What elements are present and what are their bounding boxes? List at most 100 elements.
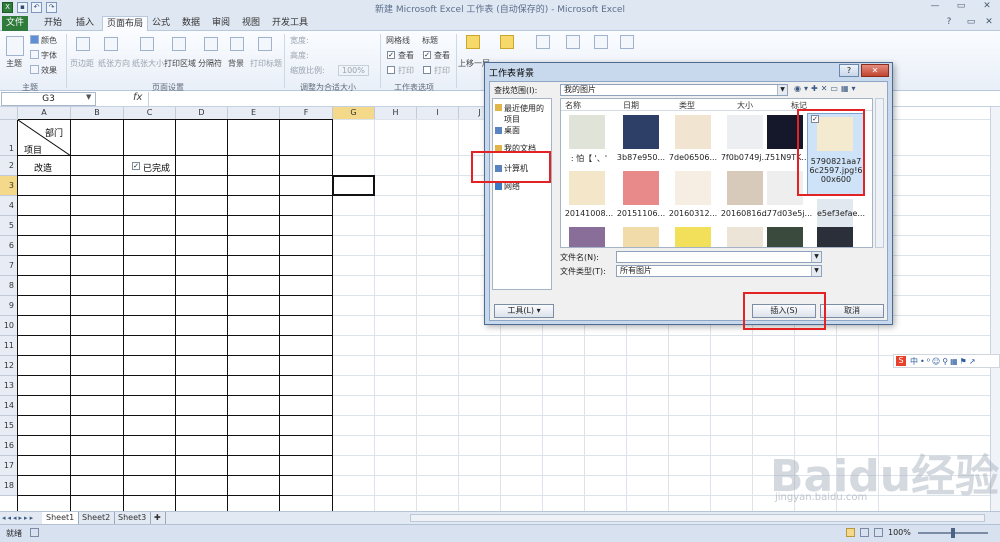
fx-icon[interactable]: fx: [133, 92, 142, 103]
row-header-10[interactable]: 10: [0, 316, 18, 336]
file-name[interactable]: 20160312...: [665, 209, 721, 218]
bring-forward-icon[interactable]: [466, 35, 480, 49]
print-area-button[interactable]: 打印区域: [164, 58, 196, 69]
scale-input[interactable]: 100%: [338, 65, 369, 76]
formula-input[interactable]: [148, 92, 484, 106]
row-header-14[interactable]: 14: [0, 396, 18, 416]
theme-button[interactable]: 主题: [6, 58, 22, 69]
sheet-tab-2[interactable]: Sheet2: [78, 512, 116, 524]
file-thumbnail[interactable]: [623, 171, 659, 205]
normal-view-icon[interactable]: [846, 528, 855, 537]
headings-view-checkbox[interactable]: ✓: [423, 51, 431, 59]
zoom-slider-handle[interactable]: [951, 528, 955, 538]
tab-view[interactable]: 视图: [238, 16, 264, 31]
ribbon-close-icon[interactable]: ✕: [976, 16, 1000, 30]
cell-c2-checkbox[interactable]: ✓: [132, 162, 140, 170]
selection-pane-icon[interactable]: [536, 35, 550, 49]
sheet-tab-1[interactable]: Sheet1: [42, 512, 80, 524]
background-button[interactable]: 背景: [228, 58, 244, 69]
tab-formulas[interactable]: 公式: [148, 16, 174, 31]
file-thumbnail[interactable]: [569, 171, 605, 205]
row-header-9[interactable]: 9: [0, 296, 18, 316]
file-thumbnail[interactable]: [675, 115, 711, 149]
row-header-11[interactable]: 11: [0, 336, 18, 356]
cell-a1-top[interactable]: 部门: [45, 126, 63, 139]
sheet-nav-arrows-icon[interactable]: ◂◂◂▸▸▸: [2, 512, 35, 524]
selected-cell[interactable]: [332, 175, 375, 196]
file-thumbnail[interactable]: [767, 227, 803, 247]
colors-button[interactable]: 颜色: [41, 35, 57, 46]
ime-toolbar[interactable]: S 中•⁰☺⚲▦⚑↗: [893, 354, 1000, 368]
close-icon[interactable]: ✕: [974, 0, 1000, 14]
file-list-scrollbar[interactable]: [875, 98, 884, 248]
headings-print-checkbox[interactable]: [423, 66, 431, 74]
group-icon[interactable]: [594, 35, 608, 49]
file-name[interactable]: 20151106...: [613, 209, 669, 218]
margins-button[interactable]: 页边距: [70, 58, 94, 69]
gridlines-print-checkbox[interactable]: [387, 66, 395, 74]
place-recent[interactable]: 最近使用的项目: [495, 103, 548, 125]
align-icon[interactable]: [566, 35, 580, 49]
look-in-select[interactable]: 我的图片 ▼: [560, 84, 788, 96]
row-header-18[interactable]: 18: [0, 476, 18, 496]
file-name[interactable]: d77d03e5j...: [759, 209, 815, 218]
place-desktop[interactable]: 桌面: [495, 125, 520, 136]
page-break-view-icon[interactable]: [874, 528, 883, 537]
cell-c2[interactable]: 已完成: [143, 161, 170, 174]
file-thumbnail[interactable]: [727, 115, 763, 149]
dialog-help-button[interactable]: ?: [839, 64, 859, 77]
file-name[interactable]: : 怕【 '、': [561, 153, 617, 164]
theme-icon[interactable]: [6, 36, 24, 56]
dialog-toolbar-icons[interactable]: ◉▾✚✕▭▦▾: [794, 84, 859, 93]
cell-a2[interactable]: 改造: [34, 161, 52, 174]
tab-data[interactable]: 数据: [178, 16, 204, 31]
chevron-down-icon[interactable]: ▼: [811, 266, 821, 276]
file-thumbnail[interactable]: [623, 115, 659, 149]
tab-home[interactable]: 开始: [40, 16, 66, 31]
breaks-button[interactable]: 分隔符: [198, 58, 222, 69]
file-name[interactable]: 20141008...: [561, 209, 617, 218]
macro-record-icon[interactable]: [30, 528, 39, 537]
rotate-icon[interactable]: [620, 35, 634, 49]
row-header-8[interactable]: 8: [0, 276, 18, 296]
row-header-16[interactable]: 16: [0, 436, 18, 456]
insert-sheet-icon[interactable]: ✚: [150, 512, 166, 524]
chevron-down-icon[interactable]: ▼: [777, 85, 787, 95]
row-header-1[interactable]: 1: [0, 120, 18, 156]
print-titles-button[interactable]: 打印标题: [250, 58, 282, 69]
effects-button[interactable]: 效果: [41, 65, 57, 76]
file-thumbnail[interactable]: [623, 227, 659, 247]
cancel-button[interactable]: 取消: [820, 304, 884, 318]
file-name[interactable]: 7de06506...: [665, 153, 721, 162]
file-thumbnail[interactable]: [569, 115, 605, 149]
horizontal-scrollbar[interactable]: [410, 514, 985, 522]
row-header-5[interactable]: 5: [0, 216, 18, 236]
zoom-level[interactable]: 100%: [888, 528, 911, 537]
row-header-15[interactable]: 15: [0, 416, 18, 436]
file-thumbnail[interactable]: [817, 227, 853, 247]
file-thumbnail[interactable]: [727, 171, 763, 205]
tab-review[interactable]: 审阅: [208, 16, 234, 31]
send-backward-icon[interactable]: [500, 35, 514, 49]
filename-input[interactable]: ▼: [616, 251, 822, 263]
sogou-ime-icon[interactable]: S: [896, 356, 906, 366]
file-thumbnail[interactable]: [569, 227, 605, 247]
name-box[interactable]: G3: [1, 92, 96, 106]
select-all-corner[interactable]: [0, 107, 18, 120]
ime-tools-icons[interactable]: 中•⁰☺⚲▦⚑↗: [910, 356, 978, 367]
page-layout-view-icon[interactable]: [860, 528, 869, 537]
dialog-close-button[interactable]: ✕: [861, 64, 889, 77]
file-thumbnail[interactable]: [675, 171, 711, 205]
row-header-12[interactable]: 12: [0, 356, 18, 376]
tools-button[interactable]: 工具(L) ▾: [494, 304, 554, 318]
filetype-select[interactable]: 所有图片 ▼: [616, 265, 822, 277]
tab-insert[interactable]: 插入: [72, 16, 98, 31]
minimize-icon[interactable]: —: [922, 0, 948, 14]
orientation-button[interactable]: 纸张方向: [98, 58, 130, 69]
row-header-7[interactable]: 7: [0, 256, 18, 276]
row-header-6[interactable]: 6: [0, 236, 18, 256]
file-name[interactable]: e5ef3efae...: [811, 209, 871, 218]
file-thumbnail[interactable]: [675, 227, 711, 247]
fonts-button[interactable]: 字体: [41, 50, 57, 61]
maximize-icon[interactable]: ▭: [948, 0, 974, 14]
